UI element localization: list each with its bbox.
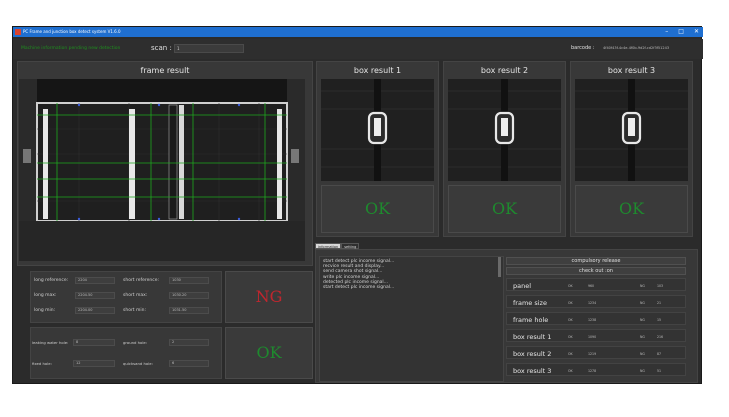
box-result-1-title: box result 1 bbox=[353, 66, 402, 75]
box-result-2-text: OK bbox=[491, 199, 518, 218]
stat-ng-value: 51 bbox=[657, 369, 662, 373]
frame-camera-view bbox=[19, 79, 305, 261]
ground-hole-field[interactable]: 2 bbox=[169, 339, 209, 346]
stat-name: panel bbox=[513, 282, 532, 290]
ground-hole-label: ground hole: bbox=[123, 340, 148, 345]
stat-ok-label: OK bbox=[568, 284, 573, 288]
stat-ok-value: 1090 bbox=[588, 335, 597, 339]
box-image-3 bbox=[575, 79, 688, 181]
box-result-1: OK bbox=[321, 185, 434, 233]
barcode-label: barcode : bbox=[571, 45, 595, 51]
frame-result-title: frame result bbox=[140, 66, 190, 75]
long-reference-field[interactable]: 2204 bbox=[75, 277, 115, 284]
stat-ok-label: OK bbox=[568, 369, 573, 373]
maximize-icon[interactable]: □ bbox=[678, 27, 684, 37]
stat-ng-label: NG bbox=[640, 284, 645, 288]
box-result-3-text: OK bbox=[618, 199, 645, 218]
long-min-field[interactable]: 2204.00 bbox=[75, 307, 115, 314]
leaking-water-hole-label: leaking water hole: bbox=[32, 340, 69, 345]
log-scrollbar[interactable] bbox=[498, 257, 501, 277]
box-result-2-title: box result 2 bbox=[480, 66, 529, 75]
box-2-camera-view bbox=[448, 79, 561, 181]
stat-ng-label: NG bbox=[640, 352, 645, 356]
box-image-1 bbox=[321, 79, 434, 181]
box-result-3-title: box result 3 bbox=[607, 66, 656, 75]
stat-ok-value: 1234 bbox=[588, 301, 597, 305]
quicksand-hole-label: quicksand hole: bbox=[123, 361, 153, 366]
log-line: start detect plc income signal... bbox=[323, 285, 395, 291]
stat-row-panel: panel OK 960 NG 103 bbox=[506, 278, 686, 291]
stat-ng-value: 87 bbox=[657, 352, 662, 356]
short-max-field[interactable]: 1030.20 bbox=[169, 292, 209, 299]
fixed-hole-label: fixed hole: bbox=[32, 361, 52, 366]
frame-image bbox=[19, 79, 305, 261]
stat-name: box result 3 bbox=[513, 367, 552, 375]
stat-ok-value: 960 bbox=[588, 284, 595, 288]
stat-row-box-result-2: box result 2 OK 1219 NG 87 bbox=[506, 346, 686, 359]
box-1-camera-view bbox=[321, 79, 434, 181]
scan-input[interactable]: 1 bbox=[174, 44, 244, 53]
title-bar: PC Frame and junction box detect system … bbox=[13, 27, 703, 37]
long-max-label: long max: bbox=[34, 293, 57, 298]
short-reference-label: short reference: bbox=[123, 278, 159, 283]
compulsory-release-button[interactable]: compulsory release bbox=[506, 257, 686, 265]
scan-label: scan : bbox=[151, 44, 172, 52]
frame-size-result: NG bbox=[225, 271, 313, 323]
frame-hole-result-text: OK bbox=[256, 343, 282, 362]
long-reference-label: long reference: bbox=[34, 278, 69, 283]
app-icon bbox=[15, 29, 21, 35]
minimize-icon[interactable]: – bbox=[665, 27, 668, 37]
stat-ng-value: 216 bbox=[657, 335, 664, 339]
stat-row-frame-hole: frame hole OK 1238 NG 15 bbox=[506, 312, 686, 325]
short-min-label: short min: bbox=[123, 308, 146, 313]
stat-name: box result 1 bbox=[513, 333, 552, 341]
box-result-3: OK bbox=[575, 185, 688, 233]
stat-ng-value: 103 bbox=[657, 284, 664, 288]
stat-ng-label: NG bbox=[640, 369, 645, 373]
stat-ng-value: 15 bbox=[657, 318, 662, 322]
quicksand-hole-field[interactable]: 6 bbox=[169, 360, 209, 367]
stat-ok-label: OK bbox=[568, 318, 573, 322]
long-max-field[interactable]: 2204.50 bbox=[75, 292, 115, 299]
stat-ng-value: 21 bbox=[657, 301, 662, 305]
frame-hole-result: OK bbox=[225, 327, 313, 379]
log-area[interactable]: start detect plc income signal... recvic… bbox=[319, 256, 504, 382]
barcode-value: 4f40f43f-4c4e-4f0b-9d2f-cd2f3f51243 bbox=[603, 46, 670, 50]
frame-hole-panel bbox=[30, 327, 222, 379]
box-3-camera-view bbox=[575, 79, 688, 181]
stat-ok-value: 1238 bbox=[588, 318, 597, 322]
stat-ok-label: OK bbox=[568, 335, 573, 339]
box-result-2: OK bbox=[448, 185, 561, 233]
stat-name: frame hole bbox=[513, 316, 549, 324]
stat-name: frame size bbox=[513, 299, 547, 307]
short-min-field[interactable]: 1031.50 bbox=[169, 307, 209, 314]
stat-ok-label: OK bbox=[568, 301, 573, 305]
short-reference-field[interactable]: 1030 bbox=[169, 277, 209, 284]
box-image-2 bbox=[448, 79, 561, 181]
stat-ok-label: OK bbox=[568, 352, 573, 356]
stat-ng-label: NG bbox=[640, 301, 645, 305]
stat-ok-value: 1278 bbox=[588, 369, 597, 373]
box-result-1-text: OK bbox=[364, 199, 391, 218]
stat-row-box-result-1: box result 1 OK 1090 NG 216 bbox=[506, 329, 686, 342]
status-text: Machine information pending new detectio… bbox=[21, 46, 121, 51]
app-window: PC Frame and junction box detect system … bbox=[12, 26, 703, 384]
window-title: PC Frame and junction box detect system … bbox=[23, 29, 121, 34]
stat-row-frame-size: frame size OK 1234 NG 21 bbox=[506, 295, 686, 308]
stat-name: box result 2 bbox=[513, 350, 552, 358]
short-max-label: short max: bbox=[123, 293, 148, 298]
check-out-button[interactable]: check out :on bbox=[506, 267, 686, 275]
leaking-water-hole-field[interactable]: 8 bbox=[73, 339, 115, 346]
frame-size-result-text: NG bbox=[255, 287, 283, 306]
stat-ng-label: NG bbox=[640, 335, 645, 339]
long-min-label: long min: bbox=[34, 308, 56, 313]
stat-ng-label: NG bbox=[640, 318, 645, 322]
fixed-hole-field[interactable]: 12 bbox=[73, 360, 115, 367]
stat-row-box-result-3: box result 3 OK 1278 NG 51 bbox=[506, 363, 686, 376]
stat-ok-value: 1219 bbox=[588, 352, 597, 356]
close-icon[interactable]: ✕ bbox=[694, 27, 699, 37]
toolbar: Machine information pending new detectio… bbox=[13, 39, 703, 59]
